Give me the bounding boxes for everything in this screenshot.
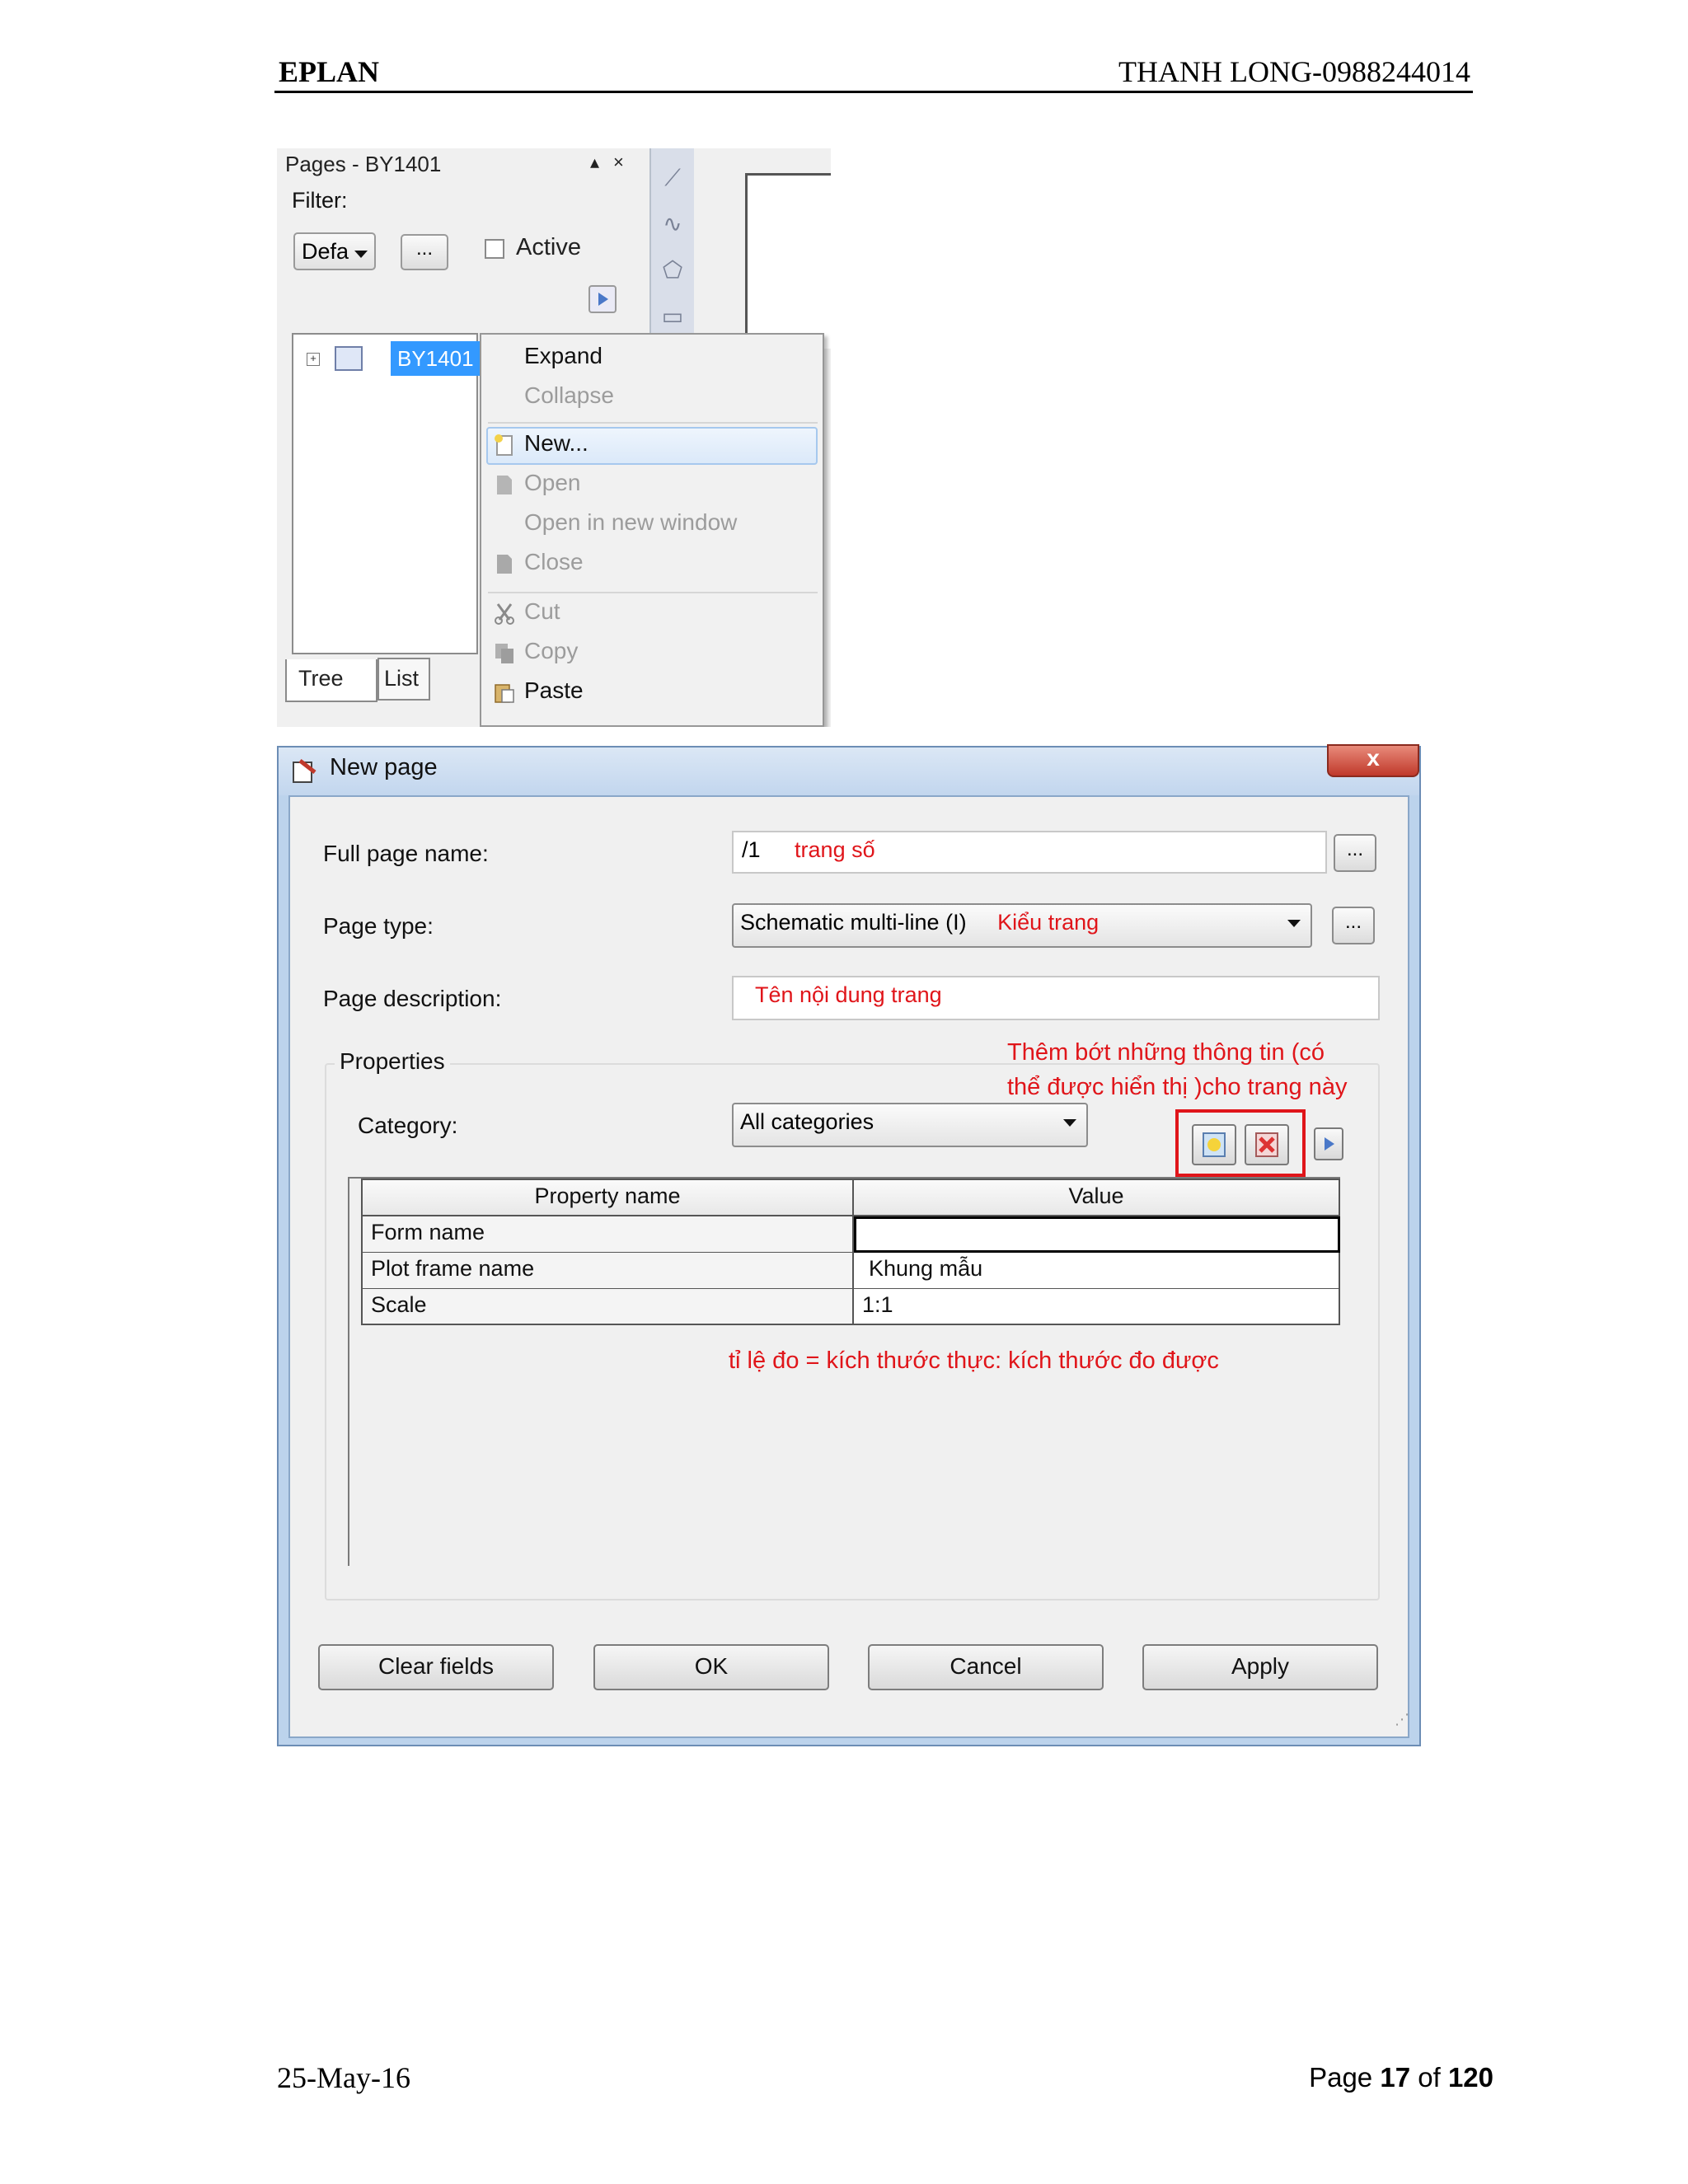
full-page-name-value: /1 bbox=[742, 837, 761, 862]
play-icon bbox=[1325, 1137, 1334, 1151]
property-value-cell[interactable]: 1:1 bbox=[854, 1289, 1340, 1325]
project-icon bbox=[335, 346, 363, 371]
polyline-tool-icon[interactable]: ∿ bbox=[659, 211, 686, 237]
drawing-canvas bbox=[745, 173, 831, 349]
full-page-name-browse-button[interactable]: ... bbox=[1334, 834, 1376, 872]
dropdown-arrow-icon bbox=[354, 251, 368, 258]
context-menu: Expand Collapse New... Open Open in new … bbox=[480, 333, 824, 727]
tab-list[interactable]: List bbox=[377, 658, 430, 701]
property-play-button[interactable] bbox=[1314, 1127, 1343, 1160]
menu-item-copy[interactable]: Copy bbox=[524, 638, 578, 664]
property-name-cell[interactable]: Form name bbox=[361, 1216, 854, 1253]
delete-property-button[interactable] bbox=[1245, 1124, 1289, 1165]
filter-more-button[interactable]: ... bbox=[401, 234, 448, 270]
ok-button[interactable]: OK bbox=[593, 1644, 829, 1690]
copy-icon bbox=[495, 644, 513, 663]
page-type-annotation: Kiểu trang bbox=[997, 910, 1100, 935]
properties-group-title: Properties bbox=[335, 1048, 450, 1075]
resize-grip-icon[interactable]: ⋰ bbox=[1395, 1711, 1409, 1728]
header-author: THANH LONG-0988244014 bbox=[1118, 55, 1470, 88]
dialog-close-button[interactable]: x bbox=[1327, 744, 1419, 777]
scale-annotation: tỉ lệ đo = kích thước thực: kích thước đ… bbox=[729, 1347, 1219, 1374]
menu-item-collapse[interactable]: Collapse bbox=[524, 382, 614, 409]
menu-item-paste[interactable]: Paste bbox=[524, 677, 584, 704]
active-checkbox[interactable] bbox=[485, 239, 504, 259]
chevron-down-icon bbox=[1063, 1119, 1076, 1127]
category-dropdown[interactable]: All categories bbox=[732, 1103, 1088, 1147]
category-value: All categories bbox=[740, 1109, 874, 1134]
delete-x-icon bbox=[1255, 1132, 1278, 1157]
new-page-app-icon bbox=[293, 759, 316, 783]
rectangle-tool-icon[interactable]: ▭ bbox=[659, 303, 686, 330]
menu-item-open-new-window[interactable]: Open in new window bbox=[524, 509, 737, 536]
new-page-icon bbox=[495, 434, 513, 456]
tree-expand-icon[interactable]: + bbox=[307, 353, 320, 366]
menu-item-close[interactable]: Close bbox=[524, 549, 584, 575]
filter-value: Defa bbox=[302, 239, 349, 264]
menu-separator bbox=[488, 592, 818, 593]
toolbar-strip: ⟋ ∿ ⬠ ▭ bbox=[649, 148, 694, 338]
line-tool-icon[interactable]: ⟋ bbox=[659, 165, 686, 191]
menu-separator bbox=[488, 422, 818, 424]
full-page-name-annotation: trang số bbox=[795, 837, 875, 862]
page-type-browse-button[interactable]: ... bbox=[1332, 907, 1375, 944]
panel-collapse-icon[interactable]: ▴ bbox=[590, 152, 599, 173]
page-description-annotation: Tên nội dung trang bbox=[755, 982, 942, 1007]
paste-icon bbox=[495, 684, 514, 703]
dialog-titlebar[interactable] bbox=[279, 748, 1419, 795]
property-name-cell[interactable]: Scale bbox=[361, 1289, 854, 1325]
close-page-icon bbox=[497, 555, 512, 574]
cancel-button[interactable]: Cancel bbox=[868, 1644, 1104, 1690]
new-star-icon bbox=[1203, 1132, 1226, 1157]
properties-annotation-line2: thể được hiển thị )cho trang này bbox=[1007, 1074, 1348, 1100]
category-label: Category: bbox=[358, 1113, 458, 1138]
header-rule bbox=[274, 91, 1473, 93]
property-name-cell[interactable]: Plot frame name bbox=[361, 1253, 854, 1289]
column-header-property-name[interactable]: Property name bbox=[361, 1179, 854, 1216]
pages-panel-title: Pages - BY1401 bbox=[285, 152, 442, 176]
filter-dropdown[interactable]: Defa bbox=[293, 232, 376, 270]
menu-item-new[interactable]: New... bbox=[524, 430, 588, 457]
properties-annotation-line1: Thêm bớt những thông tin (có bbox=[1007, 1039, 1325, 1066]
menu-item-expand[interactable]: Expand bbox=[524, 343, 603, 369]
active-label: Active bbox=[516, 234, 581, 260]
apply-filter-play-icon[interactable] bbox=[588, 285, 617, 313]
filter-label: Filter: bbox=[292, 188, 348, 213]
chevron-down-icon bbox=[1287, 920, 1301, 927]
page-type-value: Schematic multi-line (I) bbox=[740, 910, 967, 935]
apply-button[interactable]: Apply bbox=[1142, 1644, 1378, 1690]
full-page-name-input[interactable]: /1 trang số bbox=[732, 831, 1327, 874]
add-property-button[interactable] bbox=[1192, 1124, 1236, 1165]
polygon-tool-icon[interactable]: ⬠ bbox=[659, 257, 686, 284]
page-type-dropdown[interactable]: Schematic multi-line (I) Kiểu trang bbox=[732, 903, 1312, 948]
page-description-label: Page description: bbox=[323, 986, 502, 1011]
clear-fields-button[interactable]: Clear fields bbox=[318, 1644, 554, 1690]
page-tree[interactable]: + BY1401 bbox=[292, 333, 498, 654]
property-value-cell[interactable]: Khung mẫu bbox=[854, 1253, 1340, 1289]
tab-tree[interactable]: Tree bbox=[285, 659, 377, 702]
pages-panel-screenshot: Pages - BY1401 ▴ × Filter: Defa ... Acti… bbox=[277, 148, 831, 727]
cut-icon bbox=[495, 603, 514, 625]
page-type-label: Page type: bbox=[323, 913, 434, 939]
panel-close-icon[interactable]: × bbox=[613, 152, 624, 173]
dialog-title: New page bbox=[330, 754, 438, 780]
column-header-value[interactable]: Value bbox=[854, 1179, 1340, 1216]
full-page-name-label: Full page name: bbox=[323, 841, 489, 866]
menu-item-cut[interactable]: Cut bbox=[524, 598, 560, 625]
open-page-icon bbox=[497, 476, 512, 494]
header-title: EPLAN bbox=[279, 55, 380, 88]
menu-item-open[interactable]: Open bbox=[524, 470, 581, 496]
page-description-input[interactable]: Tên nội dung trang bbox=[732, 976, 1380, 1020]
footer-page-number: Page 17 of 120 bbox=[1309, 2062, 1493, 2093]
property-value-input[interactable] bbox=[854, 1216, 1340, 1253]
footer-date: 25-May-16 bbox=[277, 2061, 410, 2094]
